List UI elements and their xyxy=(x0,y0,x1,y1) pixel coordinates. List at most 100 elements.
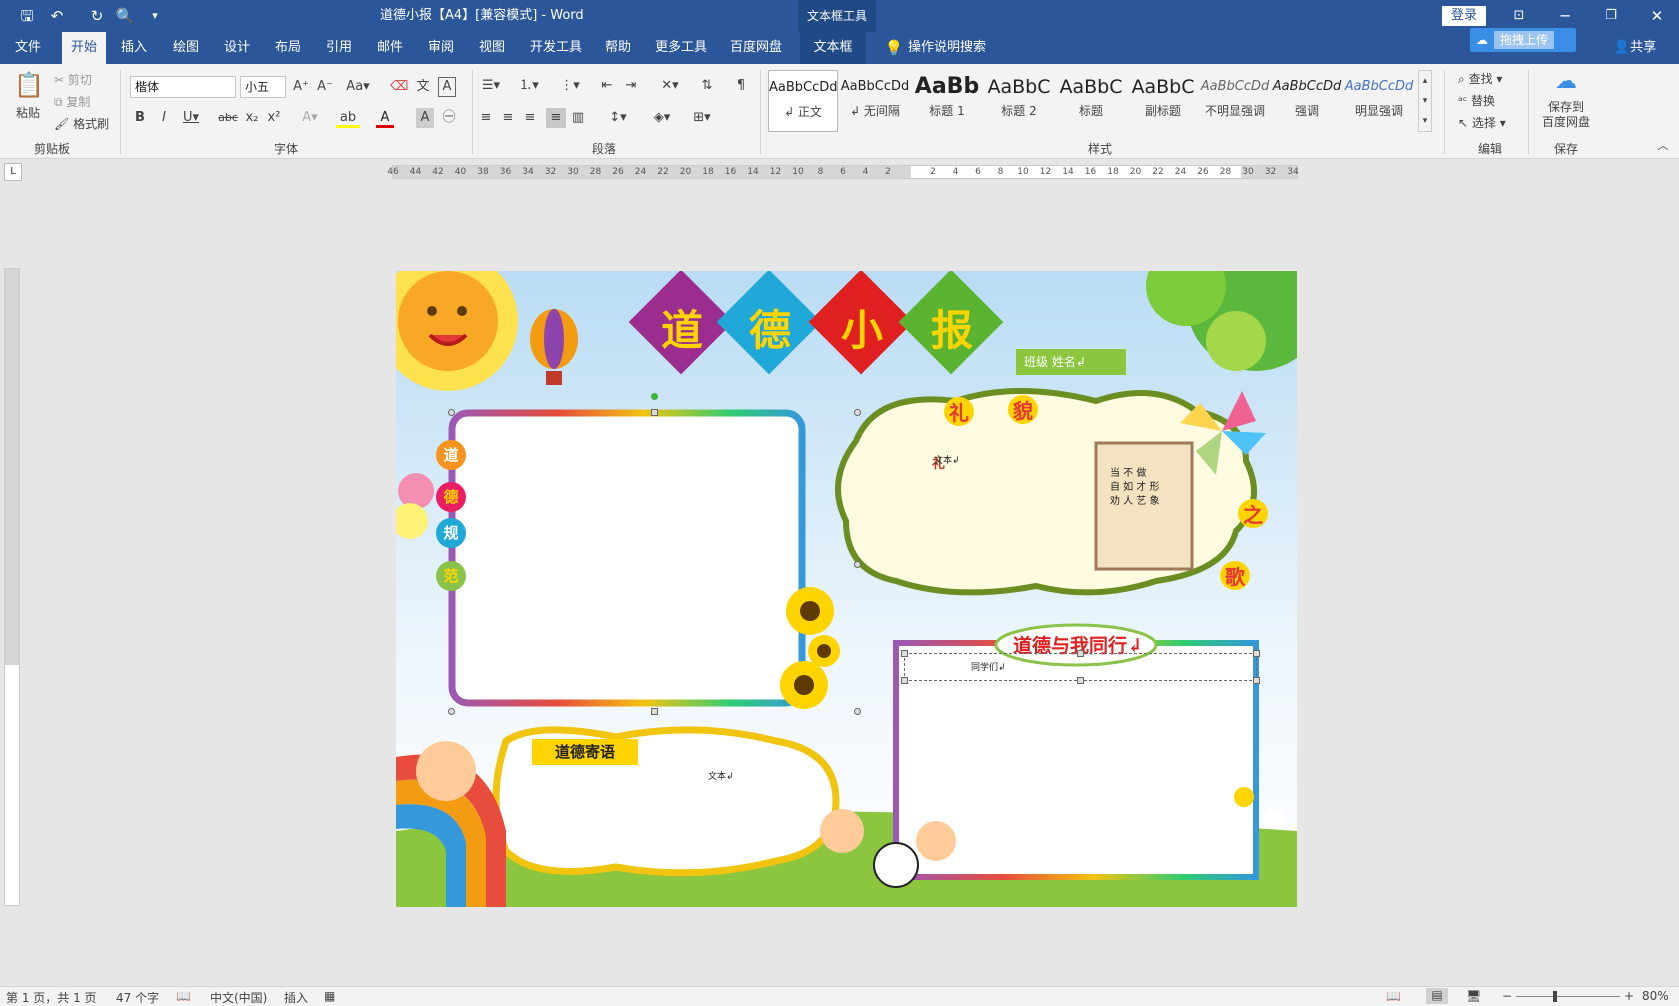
italic-icon[interactable]: I xyxy=(156,108,172,128)
enclose-char-icon[interactable]: ㊀ xyxy=(440,108,458,128)
drag-upload-button[interactable]: ☁ 拖拽上传 xyxy=(1470,28,1576,52)
netdisk-save-icon[interactable]: ☁ xyxy=(1550,68,1582,96)
select-button[interactable]: ↖ 选择 ▾ xyxy=(1458,114,1506,131)
tab-developer[interactable]: 开发工具 xyxy=(524,32,588,64)
paste-label[interactable]: 粘贴 xyxy=(16,104,40,121)
restore-button[interactable]: ❐ xyxy=(1588,0,1634,32)
resize-handle[interactable] xyxy=(651,708,658,715)
resize-handle[interactable] xyxy=(1253,677,1260,684)
style-heading-2[interactable]: AaBbC 标题 2 xyxy=(984,70,1054,132)
save-to-netdisk-button[interactable]: 保存到 百度网盘 xyxy=(1538,100,1594,130)
phonetic-guide-icon[interactable]: 文 xyxy=(414,77,432,97)
tab-textbox[interactable]: 文本框 xyxy=(800,32,866,64)
increase-indent-icon[interactable]: ⇥ xyxy=(622,76,640,96)
zoom-out-icon[interactable]: − xyxy=(1502,989,1512,1003)
print-preview-icon[interactable]: 🔍 xyxy=(114,5,136,27)
style-intense-emphasis[interactable]: AaBbCcDd 明显强调 xyxy=(1344,70,1414,132)
copy-button[interactable]: ⧉ 复制 xyxy=(54,93,90,110)
line-spacing-icon[interactable]: ↕▾ xyxy=(604,108,632,128)
font-color-icon[interactable]: A xyxy=(376,108,394,128)
tab-references[interactable]: 引用 xyxy=(319,32,359,64)
style-subtitle[interactable]: AaBbC 副标题 xyxy=(1128,70,1198,132)
tab-draw[interactable]: 绘图 xyxy=(166,32,206,64)
resize-handle[interactable] xyxy=(1077,650,1084,657)
resize-handle[interactable] xyxy=(854,409,861,416)
underline-icon[interactable]: U▾ xyxy=(180,108,202,128)
rotate-handle[interactable] xyxy=(651,393,658,400)
tab-layout[interactable]: 布局 xyxy=(268,32,308,64)
style-emphasis[interactable]: AaBbCcDd 强调 xyxy=(1272,70,1342,132)
tab-help[interactable]: 帮助 xyxy=(598,32,638,64)
tab-insert[interactable]: 插入 xyxy=(114,32,154,64)
resize-handle[interactable] xyxy=(651,409,658,416)
language-status[interactable]: 中文(中国) xyxy=(210,989,267,1006)
style-heading-1[interactable]: AaBb 标题 1 xyxy=(912,70,982,132)
class-name-field[interactable]: 班级 姓名↲ xyxy=(1016,349,1126,375)
style-no-spacing[interactable]: AaBbCcDd ↲ 无间隔 xyxy=(840,70,910,132)
resize-handle[interactable] xyxy=(854,561,861,568)
bold-icon[interactable]: B xyxy=(132,108,148,128)
poem-placeholder[interactable]: 文本↲ xyxy=(934,453,960,466)
highlight-icon[interactable]: ab xyxy=(336,108,360,128)
tab-selector-icon[interactable]: L xyxy=(4,163,22,181)
shading-icon[interactable]: ◈▾ xyxy=(648,108,676,128)
customize-qat-icon[interactable]: ▾ xyxy=(144,5,166,27)
document-page[interactable]: 道 德 小 报 班级 姓名↲ 道 德 规 范 礼 礼 貌 之 歌 文本↲ 当 不… xyxy=(396,271,1297,907)
char-border-icon[interactable]: A xyxy=(438,77,456,97)
sayings-placeholder[interactable]: 文本↲ xyxy=(708,769,734,782)
login-button[interactable]: 登录 xyxy=(1442,6,1486,26)
sort-icon[interactable]: ⇅ xyxy=(698,76,716,96)
font-size-combo[interactable]: 小五 xyxy=(240,76,286,98)
print-layout-icon[interactable]: ▤ xyxy=(1426,988,1448,1004)
tab-design[interactable]: 设计 xyxy=(217,32,257,64)
resize-handle[interactable] xyxy=(901,650,908,657)
bullets-icon[interactable]: ☰▾ xyxy=(478,76,504,96)
decrease-indent-icon[interactable]: ⇤ xyxy=(598,76,616,96)
show-marks-icon[interactable]: ¶ xyxy=(732,76,750,96)
save-icon[interactable]: 🖫 xyxy=(16,5,38,27)
text-effects-icon[interactable]: A▾ xyxy=(298,108,322,128)
chinese-layout-icon[interactable]: ✕▾ xyxy=(656,76,684,96)
resize-handle[interactable] xyxy=(901,677,908,684)
align-center-icon[interactable]: ≡ xyxy=(500,108,516,128)
proofing-icon[interactable]: 📖 xyxy=(176,989,191,1003)
grow-font-icon[interactable]: A⁺ xyxy=(292,77,310,97)
tab-more-tools[interactable]: 更多工具 xyxy=(650,32,712,64)
subscript-icon[interactable]: x₂ xyxy=(244,108,260,128)
paste-icon[interactable]: 📋 xyxy=(14,70,44,100)
page-count[interactable]: 第 1 页，共 1 页 xyxy=(6,989,97,1006)
justify-icon[interactable]: ≡ xyxy=(546,108,566,128)
tab-file[interactable]: 文件 xyxy=(8,32,48,64)
redo-icon[interactable]: ↻ xyxy=(86,5,108,27)
distributed-icon[interactable]: ▥ xyxy=(570,108,586,128)
cut-button[interactable]: ✂ 剪切 xyxy=(54,71,92,88)
align-right-icon[interactable]: ≡ xyxy=(522,108,538,128)
multilevel-list-icon[interactable]: ⋮▾ xyxy=(556,76,584,96)
zoom-slider-thumb[interactable] xyxy=(1553,991,1557,1002)
find-button[interactable]: ⌕ 查找 ▾ xyxy=(1458,70,1502,87)
tab-home[interactable]: 开始 xyxy=(62,32,106,65)
style-normal[interactable]: AaBbCcDd ↲ 正文 xyxy=(768,70,838,132)
superscript-icon[interactable]: x² xyxy=(266,108,282,128)
resize-handle[interactable] xyxy=(448,708,455,715)
style-title[interactable]: AaBbC 标题 xyxy=(1056,70,1126,132)
clear-format-icon[interactable]: ⌫ xyxy=(390,77,408,97)
strikethrough-icon[interactable]: abc xyxy=(218,108,238,128)
tab-view[interactable]: 视图 xyxy=(472,32,512,64)
macro-icon[interactable]: ▦ xyxy=(324,989,335,1003)
char-shading-icon[interactable]: A xyxy=(416,108,434,128)
numbering-icon[interactable]: ⒈▾ xyxy=(516,76,542,96)
resize-handle[interactable] xyxy=(1253,650,1260,657)
collapse-ribbon-icon[interactable]: ︿ xyxy=(1656,136,1670,156)
zoom-slider[interactable] xyxy=(1516,991,1620,1002)
replace-button[interactable]: ᵃᶜ 替换 xyxy=(1458,92,1495,109)
styles-scroll[interactable]: ▴ ▾ ▾ xyxy=(1418,70,1432,132)
insert-mode[interactable]: 插入 xyxy=(284,989,308,1006)
undo-icon[interactable]: ↶ xyxy=(46,5,68,27)
font-name-combo[interactable]: 楷体 xyxy=(130,76,236,98)
borders-icon[interactable]: ⊞▾ xyxy=(688,108,716,128)
read-mode-icon[interactable]: 📖 xyxy=(1386,989,1401,1003)
tell-me-search[interactable]: 操作说明搜索 xyxy=(908,32,986,64)
tab-review[interactable]: 审阅 xyxy=(421,32,461,64)
tab-mailings[interactable]: 邮件 xyxy=(370,32,410,64)
